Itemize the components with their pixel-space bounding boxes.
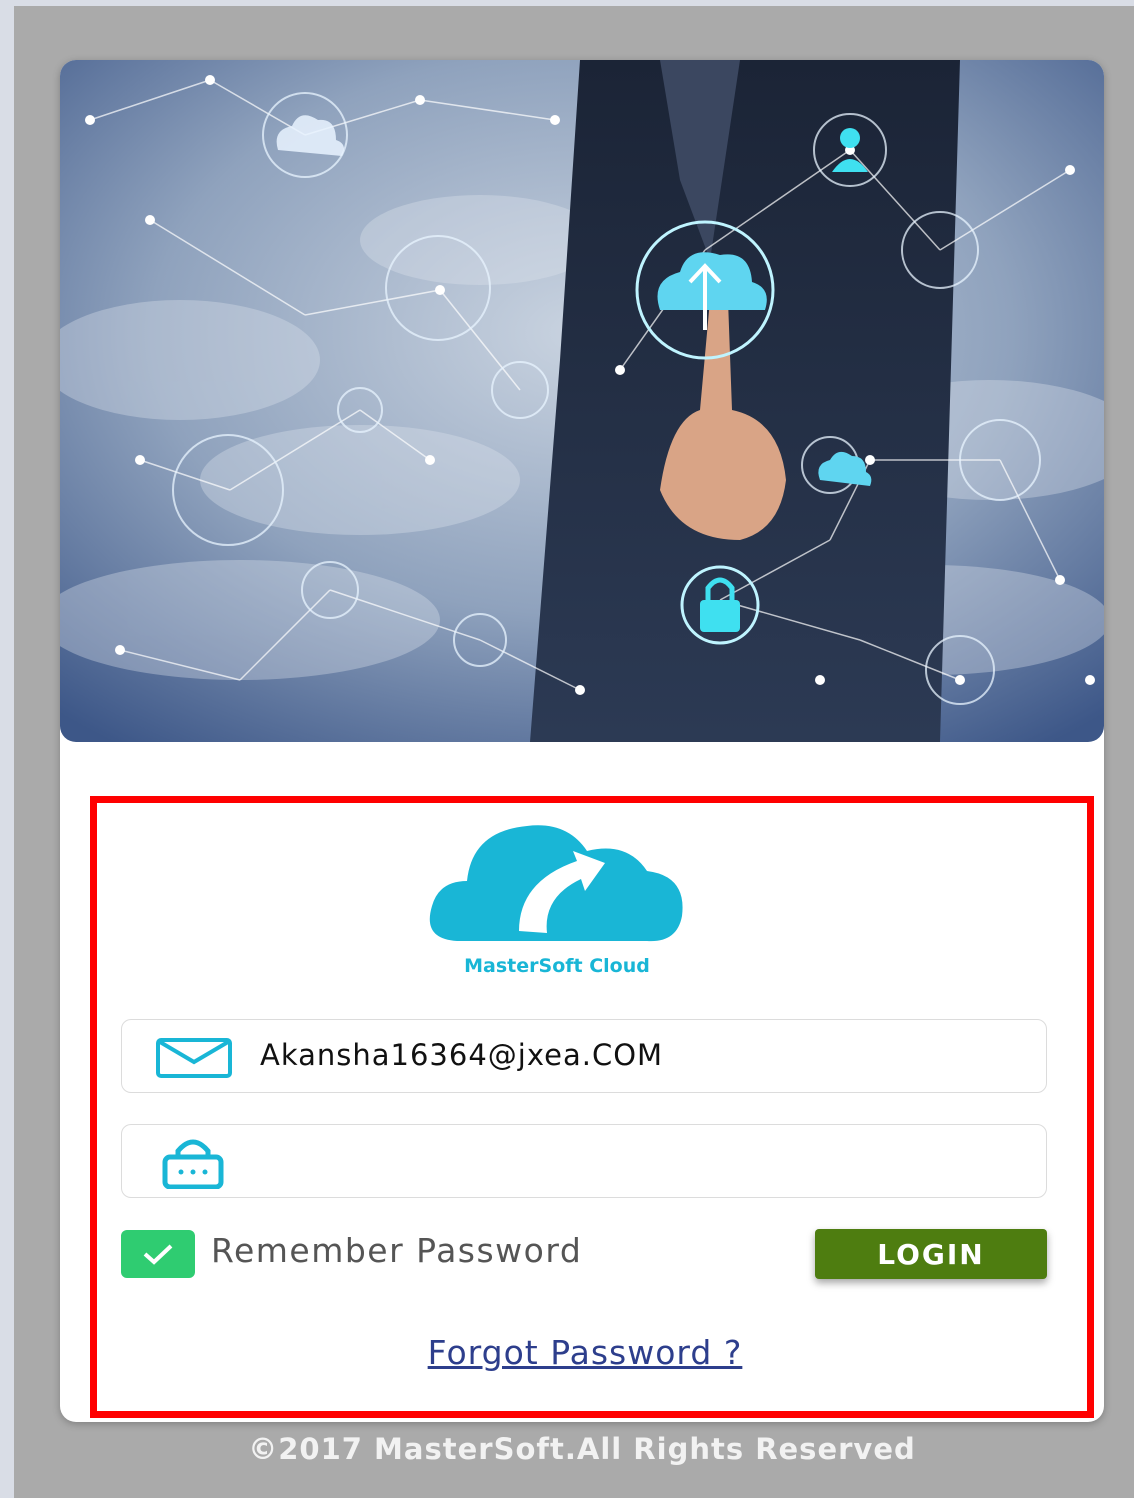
screen-top-edge <box>0 0 1134 6</box>
logo-text: MasterSoft Cloud <box>464 955 650 977</box>
email-field[interactable]: Akansha16364@jxea.COM <box>121 1019 1047 1093</box>
copyright-footer: ©2017 MasterSoft.All Rights Reserved <box>248 1432 916 1466</box>
email-value: Akansha16364@jxea.COM <box>260 1038 664 1072</box>
lock-icon <box>162 1135 224 1193</box>
mastersoft-cloud-logo: MasterSoft Cloud <box>427 811 747 991</box>
cloud-arrow-icon <box>429 825 683 942</box>
remember-password-label[interactable]: Remember Password <box>211 1231 582 1270</box>
hero-image <box>60 60 1104 742</box>
login-card: MasterSoft Cloud Akansha16364@jxea.COM R… <box>60 60 1104 1422</box>
envelope-icon <box>156 1038 232 1082</box>
login-form-highlight: MasterSoft Cloud Akansha16364@jxea.COM R… <box>90 796 1094 1418</box>
forgot-password-link[interactable]: Forgot Password ? <box>97 1333 1073 1372</box>
remember-password-checkbox[interactable] <box>121 1230 195 1278</box>
password-field[interactable] <box>121 1124 1047 1198</box>
password-input[interactable] <box>252 1135 1016 1189</box>
screen-left-edge <box>0 0 14 1498</box>
login-button[interactable]: LOGIN <box>815 1229 1047 1279</box>
checkmark-icon <box>143 1244 173 1265</box>
